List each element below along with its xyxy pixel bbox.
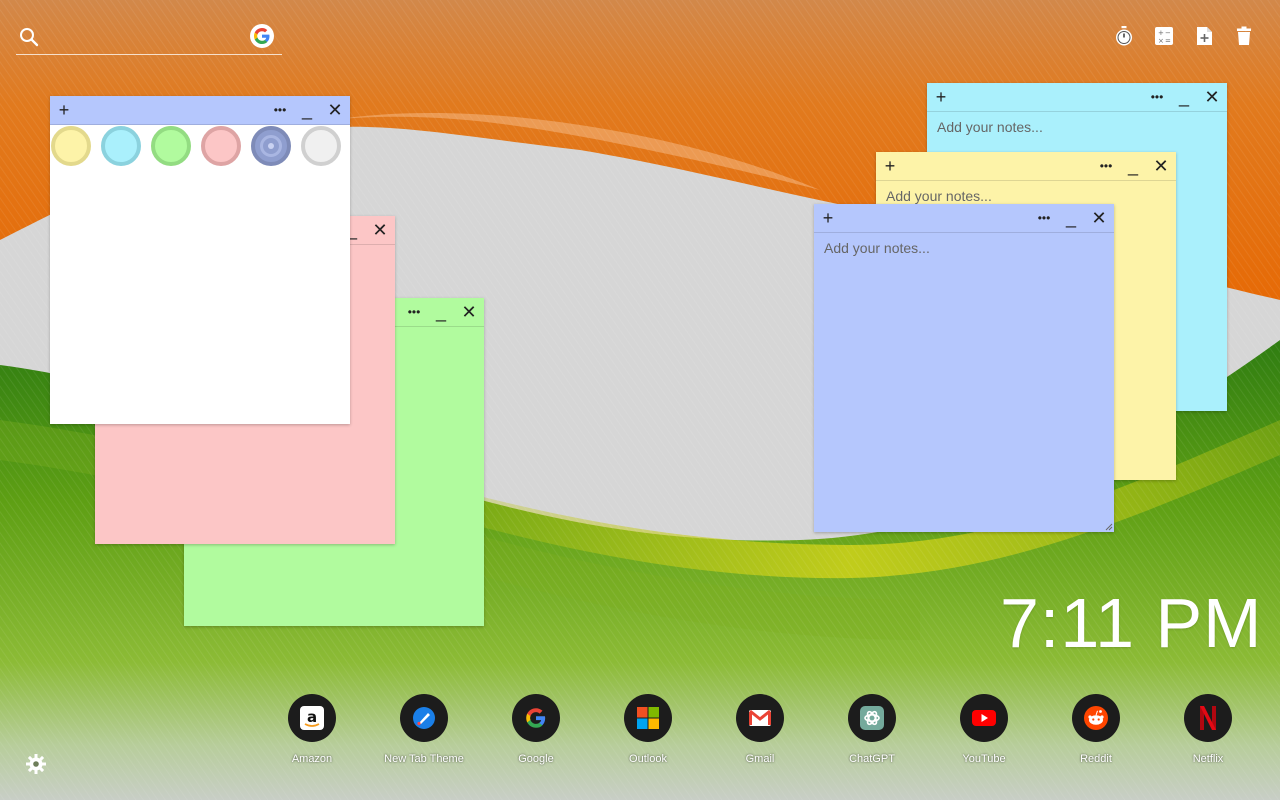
- search-input[interactable]: [52, 24, 246, 52]
- color-swatch-pink[interactable]: [201, 126, 241, 166]
- netflix-icon: [1184, 694, 1232, 742]
- add-note-button[interactable]: +: [933, 83, 949, 111]
- shortcut-amazon[interactable]: a Amazon: [262, 694, 362, 765]
- svg-text:a: a: [307, 708, 317, 726]
- outlook-icon: [624, 694, 672, 742]
- minimize-button[interactable]: _: [432, 298, 450, 326]
- note-text-area[interactable]: Add your notes...: [824, 240, 1104, 256]
- shortcut-label: ChatGPT: [849, 753, 895, 765]
- svg-text:×: ×: [1158, 37, 1164, 45]
- color-swatch-yellow[interactable]: [51, 126, 91, 166]
- close-button[interactable]: ✕: [326, 96, 344, 124]
- minimize-button[interactable]: _: [1062, 204, 1080, 232]
- close-button[interactable]: ✕: [1203, 83, 1221, 111]
- shortcut-label: Reddit: [1080, 753, 1112, 765]
- chatgpt-icon: [848, 694, 896, 742]
- note-header: + ••• _ ✕: [876, 152, 1176, 181]
- color-swatch-white[interactable]: [301, 126, 341, 166]
- svg-text:+: +: [1158, 29, 1164, 37]
- sticky-note-white[interactable]: + ••• _ ✕: [50, 96, 350, 424]
- add-note-button[interactable]: +: [882, 152, 898, 180]
- note-text-area[interactable]: Add your notes...: [886, 188, 1166, 204]
- youtube-icon: [960, 694, 1008, 742]
- note-header: + ••• _ ✕: [50, 96, 350, 125]
- color-swatch-green[interactable]: [151, 126, 191, 166]
- minimize-button[interactable]: _: [298, 96, 316, 124]
- amazon-icon: a: [288, 694, 336, 742]
- shortcut-reddit[interactable]: Reddit: [1046, 694, 1146, 765]
- svg-text:−: −: [1165, 29, 1171, 37]
- shortcut-new-tab-theme[interactable]: New Tab Theme: [374, 694, 474, 765]
- new-tab-page: + − × = + ••• _ ✕ Add your notes... + ••…: [0, 0, 1280, 800]
- more-options-button[interactable]: •••: [268, 96, 292, 124]
- shortcut-label: Amazon: [291, 753, 333, 765]
- shortcut-label: Netflix: [1192, 753, 1224, 765]
- add-note-icon[interactable]: [1192, 24, 1216, 48]
- shortcut-label: Google: [518, 753, 554, 765]
- shortcut-label: Outlook: [629, 753, 667, 765]
- clock: 7:11 PM: [1000, 584, 1263, 662]
- shortcut-outlook[interactable]: Outlook: [598, 694, 698, 765]
- more-options-button[interactable]: •••: [1094, 152, 1118, 180]
- resize-handle-icon[interactable]: [1105, 523, 1113, 531]
- selected-indicator: [260, 135, 282, 157]
- note-text-area[interactable]: Add your notes...: [937, 119, 1217, 135]
- shortcut-label: YouTube: [962, 753, 1006, 765]
- more-options-button[interactable]: •••: [402, 298, 426, 326]
- search-icon[interactable]: [18, 26, 40, 53]
- note-header: + ••• _ ✕: [927, 83, 1227, 112]
- more-options-button[interactable]: •••: [1145, 83, 1169, 111]
- shortcut-google[interactable]: Google: [486, 694, 586, 765]
- note-header: + ••• _ ✕: [814, 204, 1114, 233]
- minimize-button[interactable]: _: [1175, 83, 1193, 111]
- reddit-icon: [1072, 694, 1120, 742]
- color-swatch-blue[interactable]: [251, 126, 291, 166]
- calculator-icon[interactable]: + − × =: [1152, 24, 1176, 48]
- shortcut-gmail[interactable]: Gmail: [710, 694, 810, 765]
- new-tab-theme-icon: [400, 694, 448, 742]
- color-swatch-cyan[interactable]: [101, 126, 141, 166]
- minimize-button[interactable]: _: [1124, 152, 1142, 180]
- sticky-note-blue[interactable]: + ••• _ ✕ Add your notes...: [814, 204, 1114, 532]
- close-button[interactable]: ✕: [460, 298, 478, 326]
- add-note-button[interactable]: +: [820, 204, 836, 232]
- shortcut-youtube[interactable]: YouTube: [934, 694, 1034, 765]
- close-button[interactable]: ✕: [1090, 204, 1108, 232]
- close-button[interactable]: ✕: [371, 216, 389, 244]
- selected-dot: [268, 143, 274, 149]
- shortcut-chatgpt[interactable]: ChatGPT: [822, 694, 922, 765]
- gear-icon[interactable]: [24, 752, 48, 776]
- trash-icon[interactable]: [1232, 24, 1256, 48]
- shortcut-label: Gmail: [745, 753, 775, 765]
- svg-text:=: =: [1165, 37, 1171, 45]
- stopwatch-icon[interactable]: [1112, 24, 1136, 48]
- google-search-engine-icon[interactable]: [250, 24, 274, 48]
- shortcut-netflix[interactable]: Netflix: [1158, 694, 1258, 765]
- gmail-icon: [736, 694, 784, 742]
- search-bar[interactable]: [16, 20, 282, 55]
- google-icon: [512, 694, 560, 742]
- close-button[interactable]: ✕: [1152, 152, 1170, 180]
- shortcut-label: New Tab Theme: [384, 753, 464, 765]
- more-options-button[interactable]: •••: [1032, 204, 1056, 232]
- add-note-button[interactable]: +: [56, 96, 72, 124]
